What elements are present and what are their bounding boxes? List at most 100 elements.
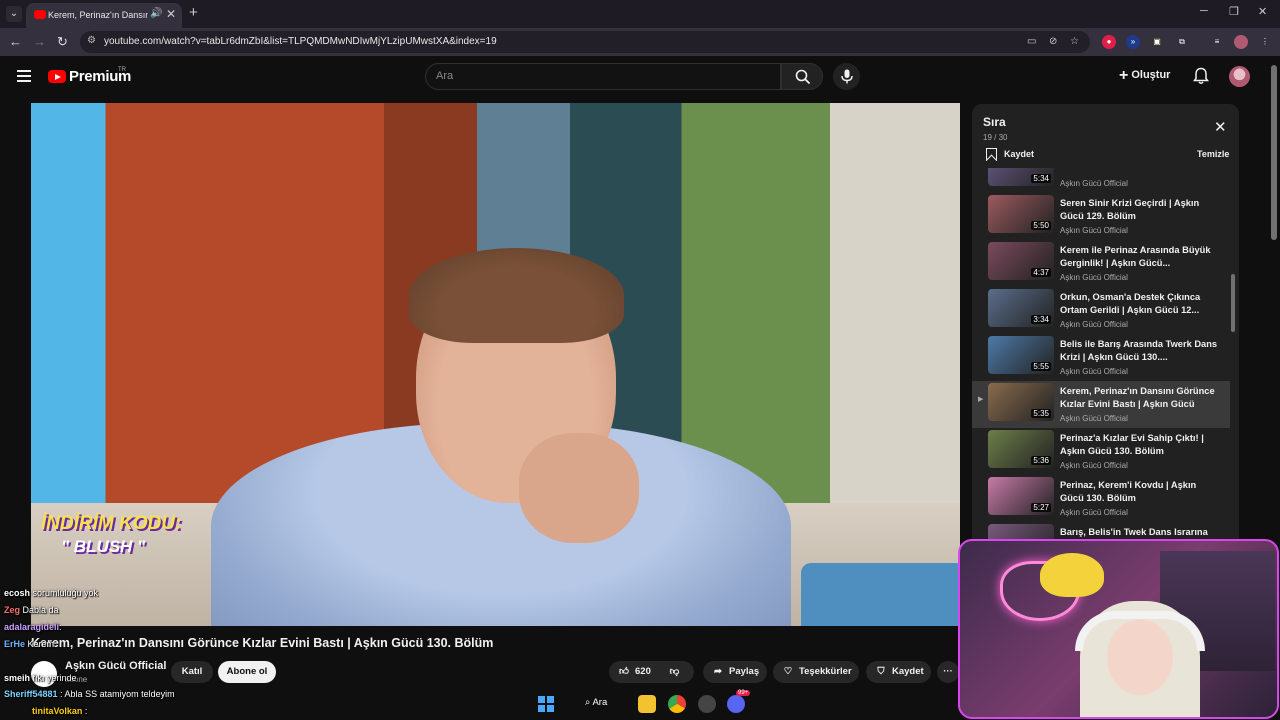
search-input[interactable]: Ara — [425, 63, 781, 90]
like-dislike-group: 👍︎ 620 👎︎ — [609, 661, 694, 683]
bookmark-star-icon[interactable]: ☆ — [1070, 36, 1079, 47]
search-button[interactable] — [781, 63, 823, 90]
queue-thumbnail[interactable]: 5:35 — [988, 383, 1054, 421]
queue-channel-name: Aşkın Gücü Official — [1060, 320, 1128, 329]
account-avatar[interactable] — [1229, 66, 1250, 87]
queue-item[interactable]: 5:27 Perinaz, Kerem'i Kovdu | Aşkın Gücü … — [972, 475, 1230, 522]
thumbs-down-icon: 👎︎ — [669, 666, 680, 677]
restore-icon[interactable]: ❐ — [1229, 5, 1239, 18]
queue-video-title[interactable]: Seren Sinir Krizi Geçirdi | Aşkın Gücü 1… — [1060, 197, 1220, 223]
queue-item[interactable]: 5:55 Belis ile Barış Arasında Twerk Dans … — [972, 334, 1230, 381]
browser-tab[interactable]: Kerem, Perinaz'ın Dansını Görünce Kızlar… — [26, 3, 182, 28]
video-scene-cushion — [801, 563, 960, 626]
queue-header: Sıra 19 / 30 ✕ Kaydet Temizle — [972, 104, 1239, 168]
voice-search-button[interactable] — [833, 63, 860, 90]
create-button[interactable]: + Oluştur — [1119, 67, 1170, 85]
queue-video-title[interactable]: Kerem, Perinaz'ın Dansını Görünce Kızlar… — [1060, 385, 1220, 411]
plus-icon: + — [1119, 67, 1129, 84]
discord-icon[interactable]: 99+ — [727, 690, 751, 713]
queue-thumbnail[interactable]: 5:50 — [988, 195, 1054, 233]
tab-search-icon[interactable]: ⌄ — [6, 6, 22, 22]
reload-icon[interactable]: ↻ — [57, 34, 68, 50]
thumbs-up-icon: 👍︎ — [619, 666, 629, 677]
save-playlist-icon[interactable] — [986, 148, 997, 161]
file-explorer-icon[interactable] — [638, 695, 656, 713]
window-close-icon[interactable]: ✕ — [1258, 5, 1267, 18]
notification-badge: 99+ — [736, 690, 751, 696]
queue-video-title[interactable]: Barış, Belis'in Twek Dans Israrına Çıldı… — [1060, 526, 1220, 540]
queue-item[interactable]: 5:36 Perinaz'a Kızlar Evi Sahip Çıktı! | … — [972, 428, 1230, 475]
queue-video-title[interactable]: Belis ile Barış Arasında Twerk Dans Kriz… — [1060, 338, 1220, 364]
queue-video-title[interactable]: Perinaz, Kerem'i Kovdu | Aşkın Gücü 130.… — [1060, 479, 1220, 505]
back-icon[interactable]: ← — [9, 34, 22, 49]
forward-icon[interactable]: → — [33, 34, 46, 49]
page-scrollbar[interactable] — [1271, 65, 1277, 240]
queue-duration: 5:34 — [1031, 174, 1051, 183]
video-scene-person-hand — [519, 433, 639, 543]
save-button[interactable]: ⛉ Kaydet — [866, 661, 931, 683]
search-icon: ⌕ — [585, 697, 591, 708]
queue-video-title[interactable]: Orkun, Osman'a Destek Çıkınca Ortam Geri… — [1060, 291, 1220, 317]
more-actions-button[interactable]: ··· — [937, 661, 959, 683]
queue-position: 19 / 30 — [983, 133, 1008, 142]
headset — [1075, 611, 1205, 651]
dislike-button[interactable]: 👎︎ — [668, 666, 686, 677]
browser-menu-icon[interactable]: ⋮ — [1258, 35, 1272, 49]
queue-duration: 5:55 — [1031, 362, 1051, 371]
chrome-icon[interactable] — [668, 695, 686, 713]
notifications-bell-icon[interactable] — [1193, 67, 1209, 85]
save-queue-button[interactable]: Kaydet — [1004, 149, 1034, 159]
queue-thumbnail[interactable]: 4:37 — [988, 242, 1054, 280]
profile-avatar[interactable] — [1234, 35, 1248, 49]
queue-channel-name: Aşkın Gücü Official — [1060, 179, 1128, 188]
extension-blue-icon[interactable]: » — [1126, 35, 1140, 49]
queue-panel: Sıra 19 / 30 ✕ Kaydet Temizle 5:34 Aşkın … — [972, 104, 1239, 540]
queue-duration: 5:27 — [1031, 503, 1051, 512]
speaker-icon[interactable]: 🔊 — [150, 8, 162, 19]
browser-toolbar: ← → ↻ ⚙ youtube.com/watch?v=tabLr6dmZbI&… — [0, 28, 1280, 56]
clear-queue-button[interactable]: Temizle — [1197, 149, 1229, 159]
share-button[interactable]: ➦ Paylaş — [703, 661, 767, 683]
minimize-icon[interactable]: ─ — [1200, 5, 1208, 17]
queue-item[interactable]: 4:37 Kerem ile Perinaz Arasında Büyük Ger… — [972, 240, 1230, 287]
queue-thumbnail[interactable] — [988, 524, 1054, 540]
thanks-button[interactable]: ♡ Teşekkürler — [773, 661, 859, 683]
windows-taskbar: ⌕ Ara 99+ — [0, 689, 958, 720]
queue-thumbnail[interactable]: 3:34 — [988, 289, 1054, 327]
extension-red-icon[interactable]: ● — [1102, 35, 1116, 49]
join-button[interactable]: Katıl — [171, 661, 213, 683]
queue-video-title[interactable]: Perinaz'a Kızlar Evi Sahip Çıktı! | Aşkı… — [1060, 432, 1220, 458]
microphone-icon — [840, 69, 853, 84]
close-tab-icon[interactable]: ✕ — [166, 7, 176, 21]
queue-item[interactable]: 5:50 Seren Sinir Krizi Geçirdi | Aşkın Gü… — [972, 193, 1230, 240]
video-player[interactable]: İNDİRİM KODU: " BLUSH " — [31, 103, 960, 626]
app-icon[interactable] — [698, 695, 716, 713]
cast-icon[interactable]: ▭ — [1027, 36, 1036, 47]
windows-start-icon[interactable] — [538, 696, 554, 712]
queue-thumbnail[interactable]: 5:36 — [988, 430, 1054, 468]
queue-item[interactable]: ▶ 5:35 Kerem, Perinaz'ın Dansını Görünce K… — [972, 381, 1230, 428]
subscribe-button[interactable]: Abone ol — [218, 661, 276, 683]
extensions-puzzle-icon[interactable]: ⧉ — [1175, 35, 1189, 49]
reading-list-icon[interactable]: ≡ — [1210, 35, 1224, 49]
queue-duration: 5:35 — [1031, 409, 1051, 418]
extension-dark-icon[interactable]: ▣ — [1150, 35, 1164, 49]
address-bar[interactable]: ⚙ youtube.com/watch?v=tabLr6dmZbI&list=T… — [80, 31, 1090, 53]
menu-icon[interactable] — [17, 70, 31, 82]
queue-item[interactable]: Barış, Belis'in Twek Dans Israrına Çıldı… — [972, 522, 1230, 540]
queue-thumbnail[interactable]: 5:55 — [988, 336, 1054, 374]
queue-video-title[interactable]: Kerem ile Perinaz Arasında Büyük Gerginl… — [1060, 244, 1220, 270]
new-tab-icon[interactable]: + — [189, 4, 198, 21]
close-queue-icon[interactable]: ✕ — [1214, 118, 1227, 136]
queue-thumbnail[interactable]: 5:27 — [988, 477, 1054, 515]
channel-name[interactable]: Aşkın Gücü Official — [65, 660, 166, 672]
queue-scrollbar[interactable] — [1231, 274, 1235, 332]
queue-item[interactable]: 3:34 Orkun, Osman'a Destek Çıkınca Ortam … — [972, 287, 1230, 334]
region-code: TR — [118, 67, 126, 73]
youtube-logo-icon[interactable] — [48, 70, 66, 83]
promo-code-value: " BLUSH " — [61, 537, 146, 556]
like-button[interactable]: 👍︎ 620 — [617, 666, 651, 677]
site-info-icon[interactable]: ⚙ — [87, 35, 96, 46]
eye-off-icon[interactable]: ⊘ — [1049, 36, 1057, 47]
taskbar-search[interactable]: ⌕ Ara — [585, 697, 607, 708]
